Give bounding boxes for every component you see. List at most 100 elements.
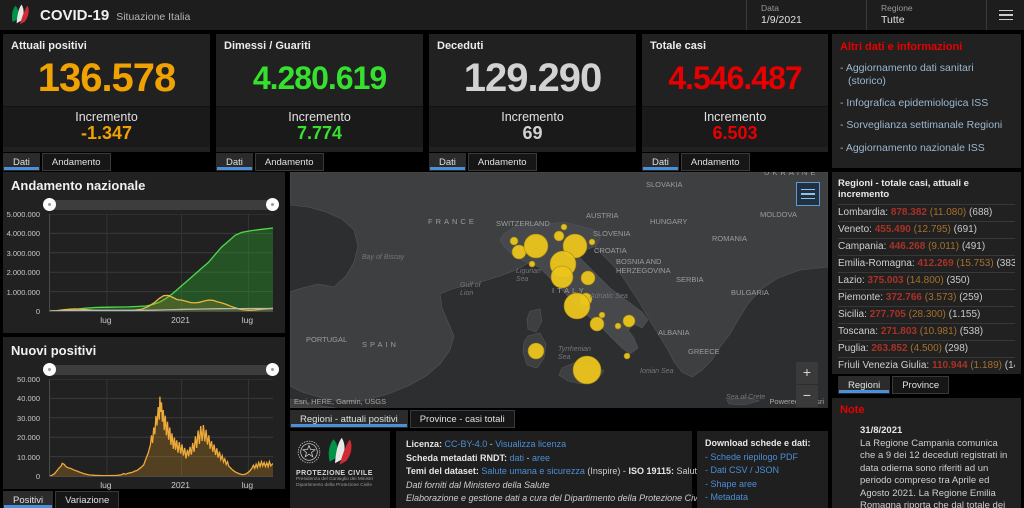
license-text: Temi del dataset: [406,466,482,476]
region-bubble[interactable] [560,223,568,231]
map-country-label: ROMANIA [712,234,748,243]
region-bubble[interactable] [527,342,545,360]
new-cases-chart[interactable] [49,379,273,477]
sidebar-info-link[interactable]: - Sorveglianza settimanale Regioni [840,119,1013,132]
menu-icon[interactable] [986,0,1024,30]
region-total-cases: 263.852 [871,343,911,354]
region-row[interactable]: Piemonte: 372.766 (3.573) (259) [838,289,1015,306]
y-tick-label: 0 [35,307,40,316]
national-trend-chart[interactable] [49,214,273,312]
region-bubble[interactable] [580,270,596,286]
region-bubble[interactable] [528,260,536,268]
card-increment-block: Incremento 7.774 [216,106,423,147]
sidebar-info-link[interactable]: - Aggiornamento nazionale ISS [840,142,1013,155]
region-name: Veneto: [838,224,875,235]
tab-regioni[interactable]: Regioni [838,376,891,394]
region-bubble[interactable] [588,238,596,246]
license-link[interactable]: CC-BY-4.0 [445,439,488,449]
card-title: Attuali positivi [11,40,87,52]
region-row[interactable]: Toscana: 271.803 (10.981) (538) [838,323,1015,340]
license-text: Licenza: [406,439,445,449]
region-row[interactable]: Friuli Venezia Giulia: 110.944 (1.189) (… [838,357,1015,374]
download-link[interactable]: - Shape aree [705,479,820,489]
y-axis-labels: 0 10.000 20.000 30.000 40.000 50.000 [3,375,45,481]
range-slider[interactable] [43,198,279,211]
tab-andamento[interactable]: Andamento [41,153,111,171]
map-country-label: PORTUGAL [306,335,348,344]
region-increment: (350) [946,275,970,286]
tab-dati[interactable]: Dati [3,153,40,171]
download-link[interactable]: - Schede riepilogo PDF [705,452,820,462]
logo-title: PROTEZIONE CIVILE [296,470,373,477]
region-bubble[interactable] [523,233,549,259]
tab-positivi[interactable]: Positivi [3,491,54,508]
tab-variazione[interactable]: Variazione [55,491,120,508]
region-bubble[interactable] [550,265,574,289]
range-slider[interactable] [43,363,279,376]
sidebar-info-link[interactable]: - Infografica epidemiologica ISS [840,97,1013,110]
region-name: Lazio: [838,275,868,286]
region-current-positives: (14.800) [906,275,947,286]
tab-dati[interactable]: Dati [216,153,253,171]
regions-tabs: Regioni Province [838,376,950,394]
zoom-out-button[interactable]: − [796,385,818,407]
tab-province[interactable]: Province [892,376,950,394]
region-row[interactable]: Lazio: 375.003 (14.800) (350) [838,272,1015,289]
legend-icon[interactable] [796,182,820,206]
region-current-positives: (3.573) [924,292,960,303]
slider-handle-right[interactable] [266,198,279,211]
license-link[interactable]: aree [532,453,550,463]
region-row[interactable]: Sicilia: 277.705 (28.300) (1.155) [838,306,1015,323]
map-sea-label: Sea of Crete [726,394,766,401]
region-row[interactable]: Emilia-Romagna: 412.269 (15.753) (383) [838,255,1015,272]
region-row[interactable]: Campania: 446.268 (9.011) (491) [838,238,1015,255]
region-filter[interactable]: Regione Tutte [866,0,986,30]
new-cases-title: Nuovi positivi [11,343,97,358]
region-row[interactable]: Puglia: 263.852 (4.500) (298) [838,340,1015,357]
slider-handle-right[interactable] [266,363,279,376]
license-link[interactable]: dati [510,453,525,463]
tab-regioni-attuali[interactable]: Regioni - attuali positivi [290,410,408,428]
region-bubble[interactable] [509,236,519,246]
increment-label: Incremento [288,110,351,124]
tab-andamento[interactable]: Andamento [467,153,537,171]
tab-andamento[interactable]: Andamento [680,153,750,171]
region-name: Sicilia: [838,309,870,320]
region-bubble[interactable] [623,352,631,360]
card-totale-casi: Totale casi 4.546.487 Incremento 6.503 [642,34,828,152]
date-label: Data [761,3,779,13]
italy-map[interactable]: FRANCE SWITZERLAND AUSTRIA SLOVAKIA HUNGARY S… [290,172,828,408]
region-bubble[interactable] [553,230,565,242]
license-link[interactable]: Salute umana e sicurezza [481,466,585,476]
x-tick-label: 2021 [171,315,191,325]
download-link[interactable]: - Dati CSV / JSON [705,465,820,475]
region-name: Toscana: [838,326,881,337]
region-row[interactable]: Lombardia: 878.382 (11.080) (688) [838,204,1015,221]
region-bubble[interactable] [563,292,591,320]
region-bubble[interactable] [614,322,622,330]
date-filter[interactable]: Data 1/9/2021 [746,0,866,30]
card-title: Dimessi / Guariti [224,40,311,52]
region-bubble[interactable] [598,311,606,319]
app-subtitle: Situazione Italia [116,10,191,23]
sidebar-info-link[interactable]: - Aggiornamento dati sanitari (storico) [840,62,1013,88]
national-trend-title: Andamento nazionale [11,178,146,193]
tab-dati[interactable]: Dati [429,153,466,171]
slider-handle-left[interactable] [43,198,56,211]
slider-handle-left[interactable] [43,363,56,376]
license-link[interactable]: Visualizza licenza [495,439,566,449]
region-current-positives: (10.981) [919,326,960,337]
region-bubble[interactable] [622,314,636,328]
tab-province-totali[interactable]: Province - casi totali [409,410,515,428]
tab-dati[interactable]: Dati [642,153,679,171]
x-tick-label: lug [241,315,254,325]
tab-andamento[interactable]: Andamento [254,153,324,171]
map-sea-label: Tyrrhenian Sea [558,346,591,362]
x-tick-label: lug [100,315,112,325]
download-link[interactable]: - Metadata [705,492,820,502]
region-increment: (491) [961,241,986,252]
region-name: Lombardia: [838,207,891,218]
region-row[interactable]: Veneto: 455.490 (12.795) (691) [838,221,1015,238]
zoom-in-button[interactable]: + [796,362,818,384]
region-bubble[interactable] [589,316,605,332]
